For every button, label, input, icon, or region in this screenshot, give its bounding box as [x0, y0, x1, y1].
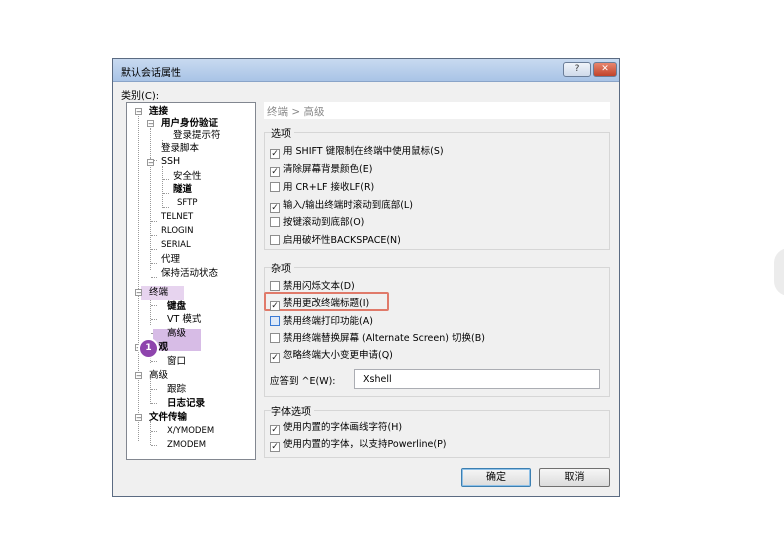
misc-resize[interactable]: ✓ 忽略终端大小变更申请(Q) — [270, 350, 393, 363]
tree-item-file-transfer[interactable]: 文件传输 — [149, 411, 187, 424]
close-button[interactable]: ✕ — [593, 62, 617, 77]
session-properties-dialog: 默认会话属性 ? ✕ 类别(C): − 连接 − 用户身份验证 登录提示符 登录… — [112, 58, 620, 497]
tree-item-sftp[interactable]: SFTP — [177, 197, 197, 210]
checkbox[interactable] — [270, 217, 280, 227]
tree-item-ssh[interactable]: SSH — [161, 155, 180, 168]
scroll-handle[interactable] — [774, 248, 784, 296]
option-scroll-key[interactable]: 按键滚动到底部(O) — [270, 217, 364, 229]
option-clear-bg[interactable]: ✓ 清除屏幕背景颜色(E) — [270, 164, 372, 177]
category-label: 类别(C): — [121, 91, 160, 102]
tree-item-proxy[interactable]: 代理 — [161, 253, 180, 266]
tree-item-keyboard[interactable]: 键盘 — [167, 300, 186, 313]
checkbox[interactable] — [270, 316, 280, 326]
checkbox[interactable]: ✓ — [270, 353, 280, 363]
tree-item-window[interactable]: 窗口 — [167, 355, 186, 368]
checkbox[interactable]: ✓ — [270, 301, 280, 311]
option-backspace[interactable]: 启用破坏性BACKSPACE(N) — [270, 235, 401, 247]
collapse-toggle[interactable]: − — [135, 372, 142, 380]
option-scroll-io[interactable]: ✓ 输入/输出终端时滚动到底部(L) — [270, 200, 413, 213]
tree-item-security[interactable]: 安全性 — [173, 170, 202, 183]
collapse-toggle[interactable]: − — [135, 414, 142, 422]
breadcrumb: 终端 > 高级 — [267, 106, 325, 118]
tree-item-log[interactable]: 日志记录 — [167, 397, 205, 410]
ok-button[interactable]: 确定 — [461, 468, 531, 487]
category-tree[interactable]: − 连接 − 用户身份验证 登录提示符 登录脚本 − SSH 安全性 隧道 SF… — [126, 102, 256, 460]
checkbox[interactable] — [270, 235, 280, 245]
option-crlf[interactable]: 用 CR+LF 接收LF(R) — [270, 182, 374, 194]
cancel-button[interactable]: 取消 — [539, 468, 610, 487]
checkbox[interactable] — [270, 281, 280, 291]
misc-title-change[interactable]: ✓ 禁用更改终端标题(I) — [270, 298, 369, 311]
checkbox[interactable] — [270, 182, 280, 192]
collapse-toggle[interactable]: − — [147, 159, 154, 167]
tree-item-keepalive[interactable]: 保持活动状态 — [161, 267, 218, 280]
collapse-toggle[interactable]: − — [135, 289, 142, 297]
tree-item-advanced-top[interactable]: 高级 — [149, 369, 168, 382]
collapse-toggle[interactable]: − — [147, 120, 154, 128]
help-button[interactable]: ? — [563, 62, 591, 77]
tree-item-zmodem[interactable]: ZMODEM — [167, 439, 206, 452]
misc-group-title: 杂项 — [271, 260, 294, 275]
checkbox[interactable] — [270, 333, 280, 343]
tree-item-trace[interactable]: 跟踪 — [167, 383, 186, 396]
tree-item-vt-mode[interactable]: VT 模式 — [167, 313, 201, 326]
tree-item-tunnel[interactable]: 隧道 — [173, 183, 192, 196]
checkbox[interactable]: ✓ — [270, 442, 280, 452]
font-powerline[interactable]: ✓ 使用内置的字体，以支持Powerline(P) — [270, 439, 447, 452]
option-shift-mouse[interactable]: ✓ 用 SHIFT 键限制在终端中使用鼠标(S) — [270, 146, 444, 159]
panel-header: 终端 > 高级 — [264, 102, 610, 119]
font-options-title: 字体选项 — [271, 403, 314, 418]
font-line-chars[interactable]: ✓ 使用内置的字体画线字符(H) — [270, 422, 402, 435]
misc-print[interactable]: 禁用终端打印功能(A) — [270, 316, 373, 328]
tree-item-advanced[interactable]: 高级 — [167, 327, 186, 340]
answerback-input[interactable]: Xshell — [354, 369, 600, 389]
checkbox[interactable]: ✓ — [270, 425, 280, 435]
checkbox[interactable]: ✓ — [270, 167, 280, 177]
tree-item-serial[interactable]: SERIAL — [161, 239, 191, 252]
tree-item-terminal[interactable]: 终端 — [149, 286, 168, 299]
misc-alt-screen[interactable]: 禁用终端替换屏幕 (Alternate Screen) 切换(B) — [270, 333, 485, 345]
window-title: 默认会话属性 — [121, 68, 181, 79]
tree-item-login-prompt[interactable]: 登录提示符 — [173, 129, 221, 142]
tree-item-login-script[interactable]: 登录脚本 — [161, 142, 199, 155]
tree-item-telnet[interactable]: TELNET — [161, 211, 193, 224]
title-bar: 默认会话属性 ? ✕ — [113, 59, 619, 82]
options-group-title: 选项 — [271, 125, 294, 140]
checkbox[interactable]: ✓ — [270, 149, 280, 159]
answerback-label: 应答到 ^E(W): — [270, 376, 336, 387]
collapse-toggle[interactable]: − — [135, 108, 142, 116]
checkbox[interactable]: ✓ — [270, 203, 280, 213]
tree-item-rlogin[interactable]: RLOGIN — [161, 225, 193, 238]
tree-item-xymodem[interactable]: X/YMODEM — [167, 425, 214, 438]
annotation-badge: 1 — [138, 338, 159, 359]
